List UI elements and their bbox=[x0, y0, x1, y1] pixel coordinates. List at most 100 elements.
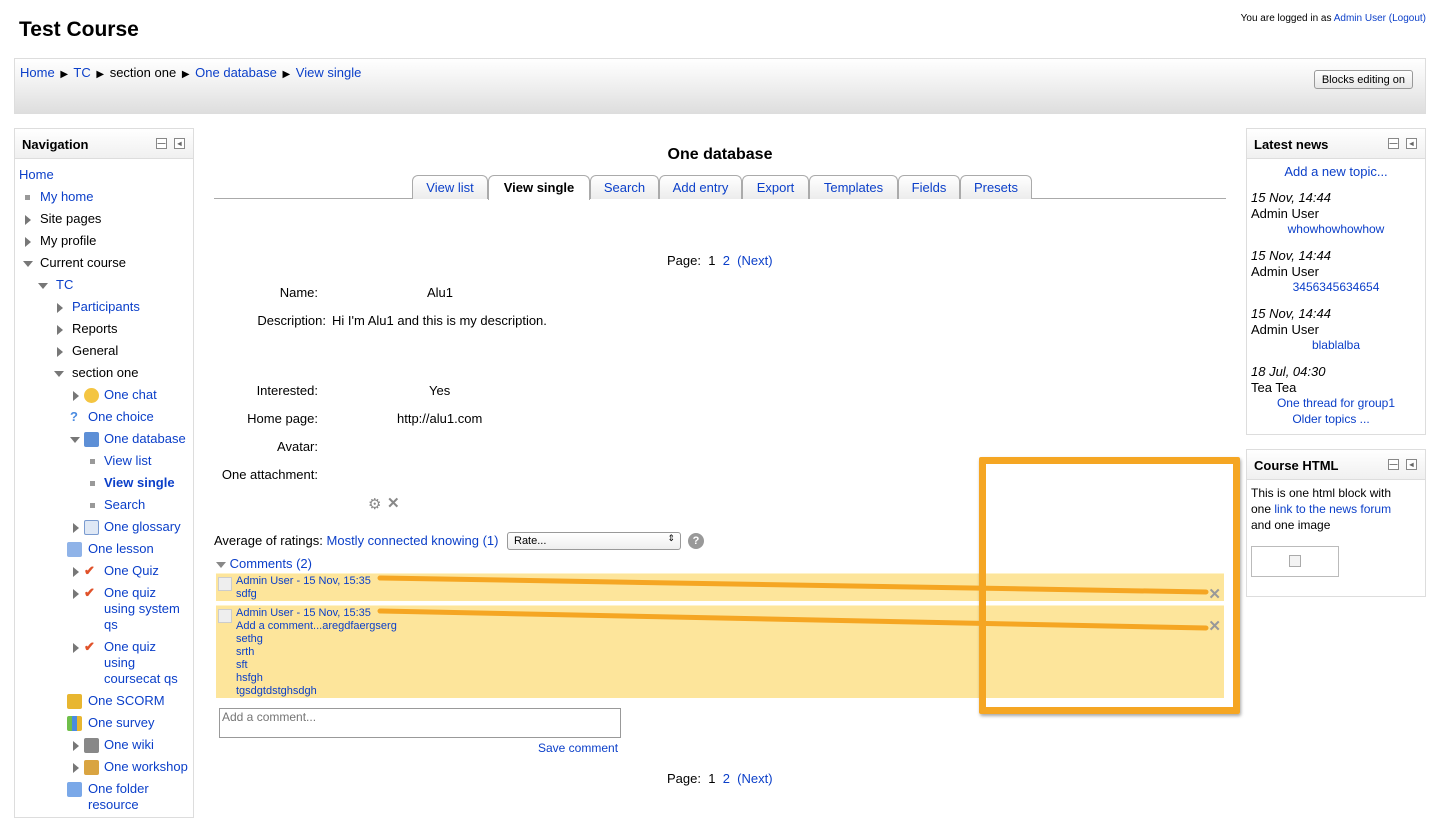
delete-comment-icon[interactable]: ✕ bbox=[1208, 585, 1221, 603]
news-subject-link[interactable]: One thread for group1 bbox=[1247, 396, 1425, 410]
pagination-bottom: Page: 1 2 (Next) bbox=[667, 771, 773, 786]
expand-arrow-icon[interactable] bbox=[25, 233, 31, 248]
nav-section-one[interactable]: section one bbox=[72, 365, 139, 380]
nav-one-quiz-coursecat-line2[interactable]: using bbox=[104, 655, 135, 670]
latest-news-block: Latest news — ◂ Add a new topic... 15 No… bbox=[1246, 128, 1426, 435]
dock-icon[interactable]: ◂ bbox=[174, 138, 185, 149]
news-subject-link[interactable]: whowhowhowhow bbox=[1247, 222, 1425, 236]
tab-view-single[interactable]: View single bbox=[488, 175, 590, 200]
news-subject-link[interactable]: blablalba bbox=[1247, 338, 1425, 352]
comment-author[interactable]: Admin User - 15 Nov, 15:35 bbox=[236, 575, 371, 587]
nav-my-home[interactable]: My home bbox=[40, 189, 93, 204]
nav-one-quiz-system-line3[interactable]: qs bbox=[104, 617, 118, 632]
breadcrumb-database[interactable]: One database bbox=[195, 65, 277, 80]
gear-icon[interactable]: ⚙ bbox=[368, 495, 381, 513]
expand-arrow-icon[interactable] bbox=[73, 519, 79, 534]
nav-participants[interactable]: Participants bbox=[72, 299, 140, 314]
nav-one-quiz-coursecat[interactable]: One quiz bbox=[104, 639, 156, 654]
tab-search[interactable]: Search bbox=[590, 175, 659, 199]
ratings-value-link[interactable]: Mostly connected knowing (1) bbox=[327, 533, 499, 548]
expand-arrow-icon[interactable] bbox=[57, 299, 63, 314]
expand-arrow-icon[interactable] bbox=[57, 343, 63, 358]
course-html-text: one bbox=[1251, 502, 1272, 516]
comments-toggle[interactable]: Comments (2) bbox=[216, 556, 312, 571]
nav-one-quiz-system[interactable]: One quiz bbox=[104, 585, 156, 600]
dock-icon[interactable]: ◂ bbox=[1406, 138, 1417, 149]
comments-toggle-link[interactable]: Comments (2) bbox=[230, 556, 312, 571]
news-forum-link[interactable]: link to the news forum bbox=[1274, 502, 1391, 516]
expand-arrow-icon[interactable] bbox=[73, 585, 79, 600]
nav-one-wiki[interactable]: One wiki bbox=[104, 737, 154, 752]
breadcrumb-course[interactable]: TC bbox=[73, 65, 90, 80]
expand-arrow-icon[interactable] bbox=[73, 737, 79, 752]
comment-author[interactable]: Admin User - 15 Nov, 15:35 bbox=[236, 607, 371, 619]
database-icon bbox=[84, 431, 99, 448]
add-topic-link[interactable]: Add a new topic... bbox=[1247, 164, 1425, 179]
latest-news-title: Latest news bbox=[1254, 137, 1329, 152]
broken-image-icon bbox=[1251, 546, 1339, 577]
news-author: Admin User bbox=[1251, 264, 1319, 279]
expand-arrow-icon[interactable] bbox=[73, 639, 79, 654]
nav-one-glossary[interactable]: One glossary bbox=[104, 519, 181, 534]
expand-arrow-icon[interactable] bbox=[73, 387, 79, 402]
collapse-icon[interactable]: — bbox=[1388, 138, 1399, 149]
add-comment-textarea[interactable] bbox=[219, 708, 621, 738]
wiki-icon bbox=[84, 737, 99, 754]
tab-templates[interactable]: Templates bbox=[809, 175, 898, 199]
nav-view-list[interactable]: View list bbox=[104, 453, 151, 468]
news-subject-link[interactable]: 3456345634654 bbox=[1247, 280, 1425, 294]
nav-reports[interactable]: Reports bbox=[72, 321, 118, 336]
expand-arrow-icon[interactable] bbox=[25, 211, 31, 226]
nav-general[interactable]: General bbox=[72, 343, 118, 358]
nav-search[interactable]: Search bbox=[104, 497, 145, 512]
next-page-link[interactable]: (Next) bbox=[737, 771, 772, 786]
nav-my-profile[interactable]: My profile bbox=[40, 233, 96, 248]
bullet-icon bbox=[90, 497, 95, 512]
tab-fields[interactable]: Fields bbox=[898, 175, 960, 199]
older-topics-link[interactable]: Older topics ... bbox=[1247, 412, 1415, 426]
collapse-arrow-icon[interactable] bbox=[70, 431, 80, 446]
course-html-text: and one image bbox=[1251, 518, 1331, 532]
next-page-link[interactable]: (Next) bbox=[737, 253, 772, 268]
nav-one-quiz[interactable]: One Quiz bbox=[104, 563, 159, 578]
dock-icon[interactable]: ◂ bbox=[1406, 459, 1417, 470]
page-2-link[interactable]: 2 bbox=[723, 771, 730, 786]
lesson-icon bbox=[67, 541, 82, 558]
nav-one-folder[interactable]: One folder bbox=[88, 781, 149, 796]
rate-select[interactable]: Rate... ⇕ bbox=[507, 532, 681, 550]
nav-home[interactable]: Home bbox=[19, 167, 54, 182]
nav-one-scorm[interactable]: One SCORM bbox=[88, 693, 165, 708]
help-icon[interactable]: ? bbox=[688, 533, 704, 549]
collapse-arrow-icon[interactable] bbox=[38, 277, 48, 292]
expand-arrow-icon[interactable] bbox=[57, 321, 63, 336]
collapse-icon[interactable]: — bbox=[1388, 459, 1399, 470]
blocks-editing-button[interactable]: Blocks editing on bbox=[1313, 70, 1413, 89]
nav-one-workshop[interactable]: One workshop bbox=[104, 759, 188, 774]
tab-presets[interactable]: Presets bbox=[960, 175, 1032, 199]
expand-arrow-icon[interactable] bbox=[73, 563, 79, 578]
nav-one-survey[interactable]: One survey bbox=[88, 715, 154, 730]
tab-export[interactable]: Export bbox=[742, 175, 809, 199]
nav-one-quiz-system-line2[interactable]: using system bbox=[104, 601, 180, 616]
breadcrumb-home[interactable]: Home bbox=[20, 65, 55, 80]
collapse-arrow-icon[interactable] bbox=[54, 365, 64, 380]
delete-comment-icon[interactable]: ✕ bbox=[1208, 617, 1221, 635]
save-comment-link[interactable]: Save comment bbox=[538, 741, 618, 755]
nav-one-lesson[interactable]: One lesson bbox=[88, 541, 154, 556]
tab-view-list[interactable]: View list bbox=[412, 175, 488, 199]
nav-one-quiz-coursecat-line3[interactable]: coursecat qs bbox=[104, 671, 178, 686]
collapse-icon[interactable]: — bbox=[156, 138, 167, 149]
page-title: Test Course bbox=[19, 18, 139, 41]
expand-arrow-icon[interactable] bbox=[73, 759, 79, 774]
scorm-icon bbox=[67, 693, 82, 710]
nav-site-pages[interactable]: Site pages bbox=[40, 211, 101, 226]
nav-tc[interactable]: TC bbox=[56, 277, 73, 292]
page-2-link[interactable]: 2 bbox=[723, 253, 730, 268]
tab-add-entry[interactable]: Add entry bbox=[659, 175, 742, 199]
collapse-arrow-icon[interactable] bbox=[23, 255, 33, 270]
user-link[interactable]: Admin User bbox=[1334, 13, 1386, 24]
nav-current-course[interactable]: Current course bbox=[40, 255, 126, 270]
logout-link[interactable]: (Logout) bbox=[1389, 13, 1426, 24]
delete-icon[interactable]: ✕ bbox=[387, 494, 400, 512]
breadcrumb-view-single[interactable]: View single bbox=[296, 65, 362, 80]
